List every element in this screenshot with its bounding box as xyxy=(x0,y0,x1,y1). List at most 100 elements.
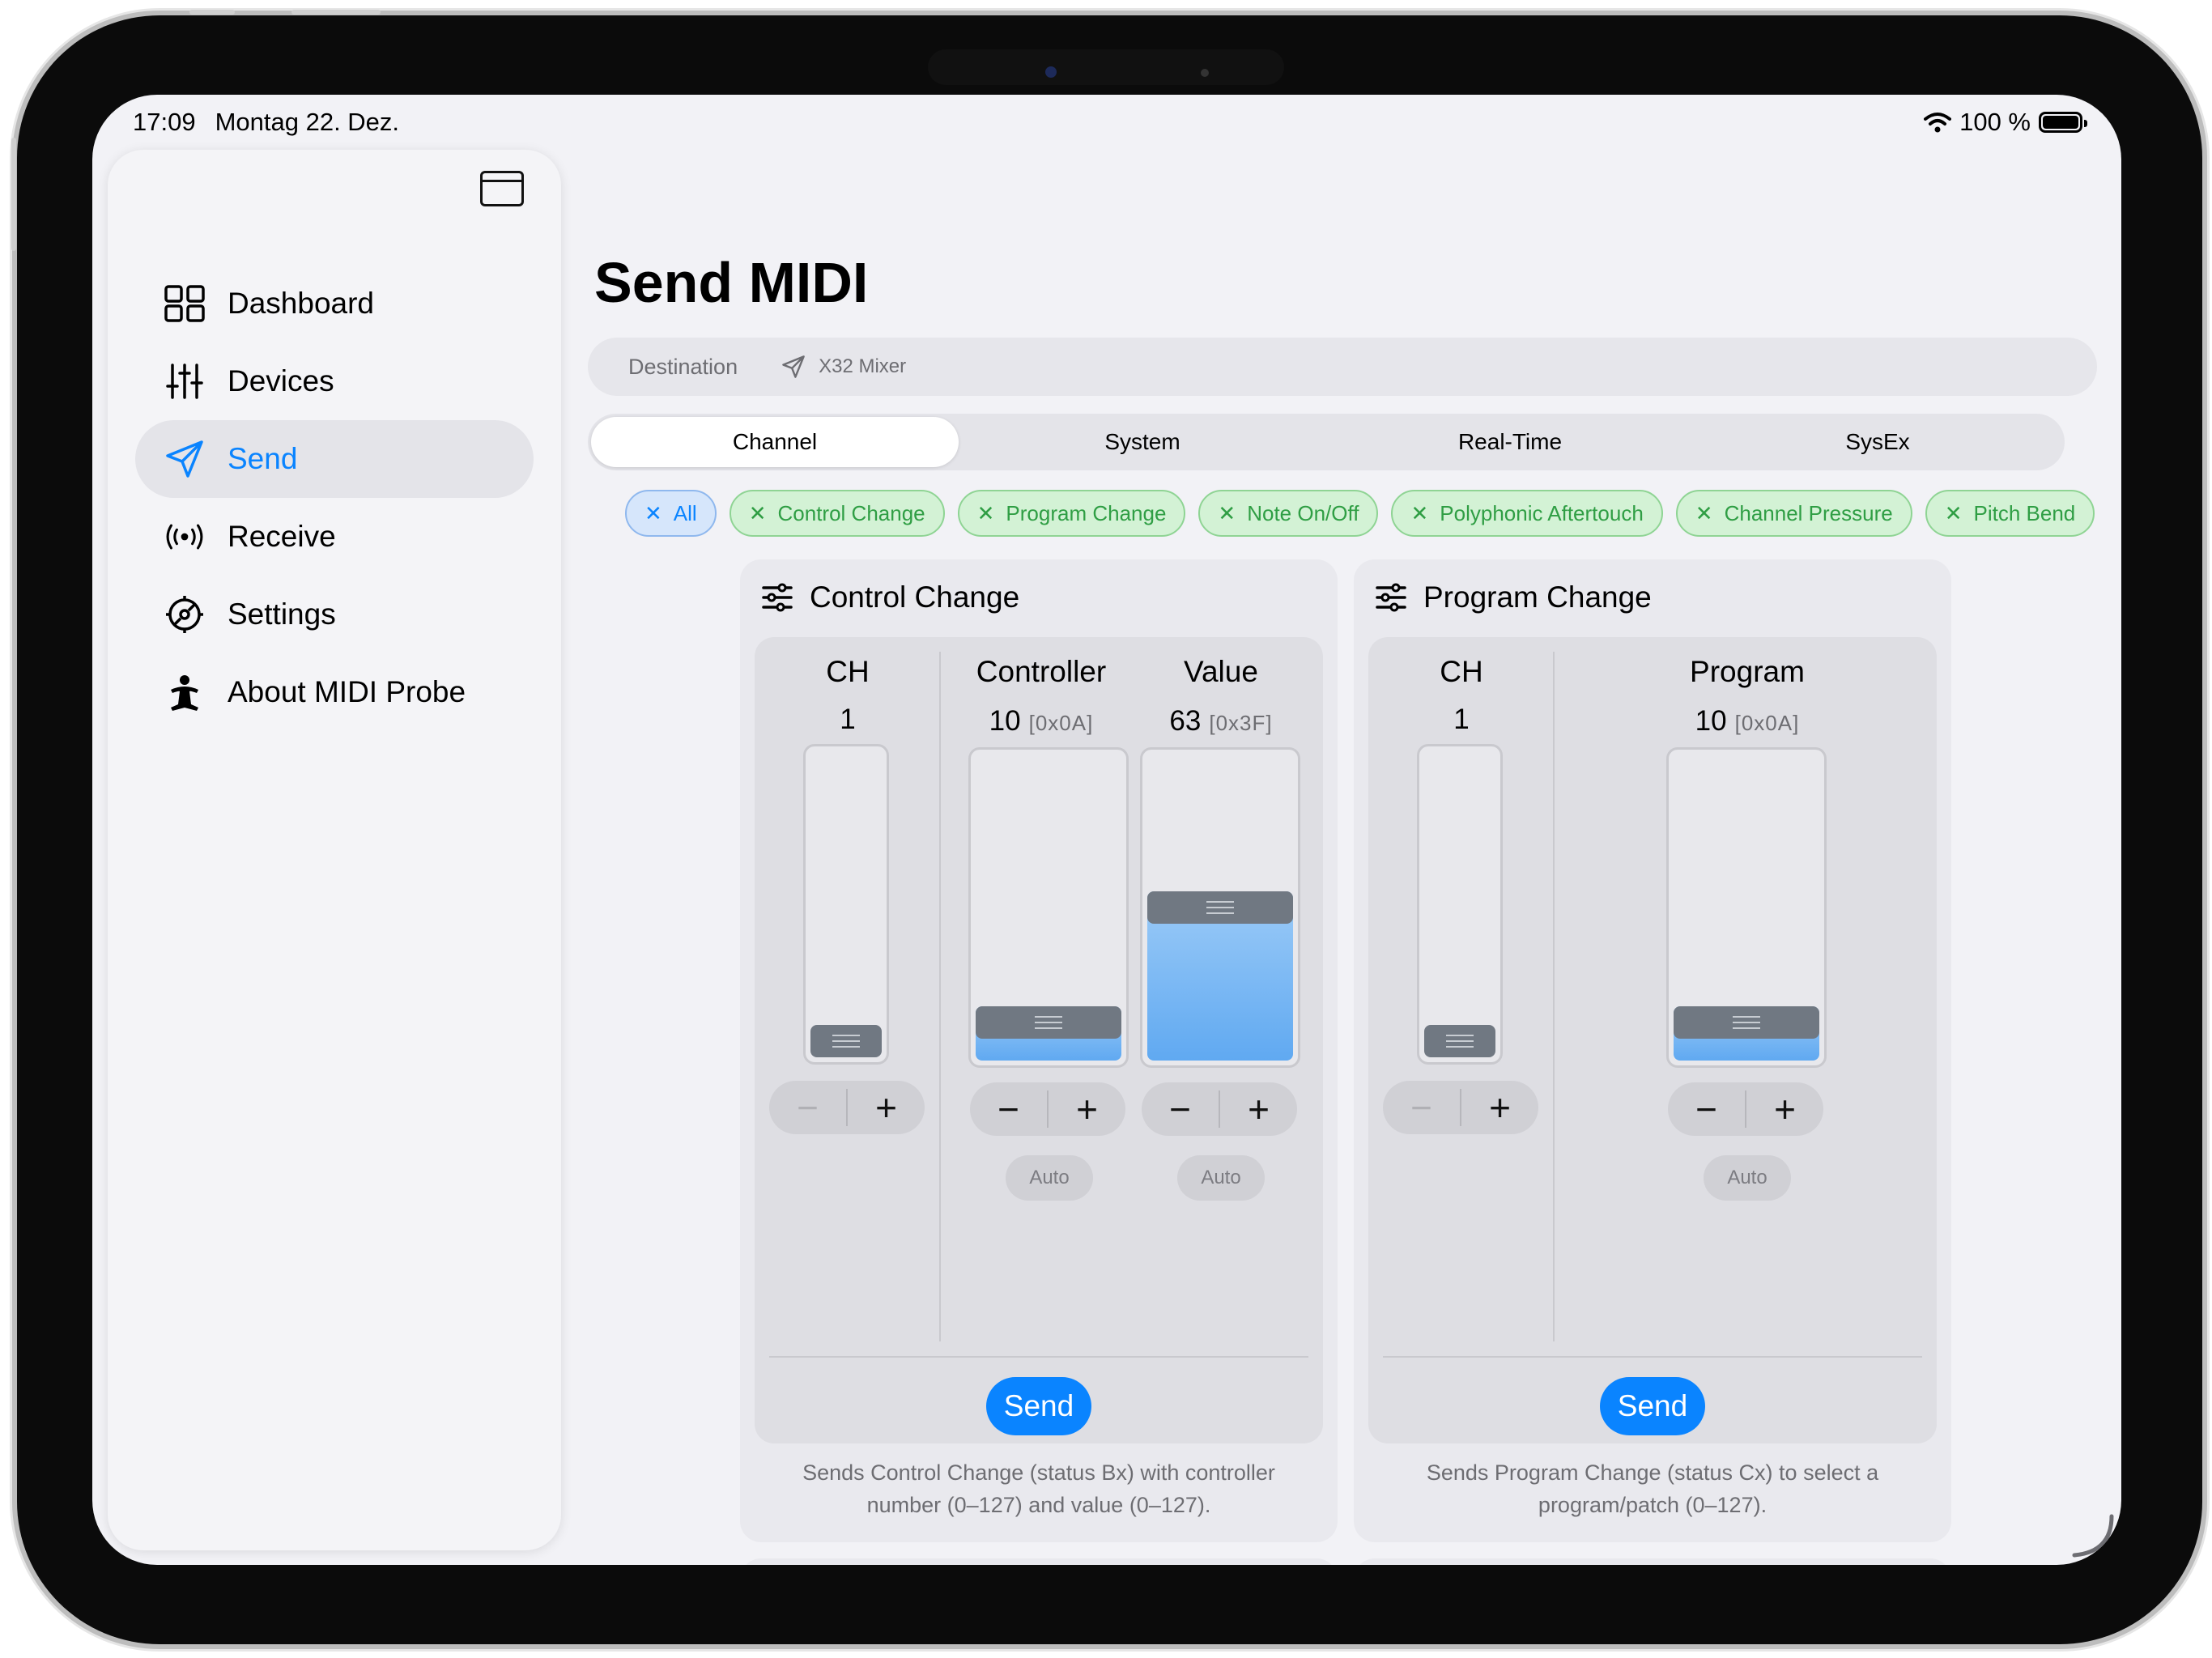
close-icon: ✕ xyxy=(1218,500,1236,525)
tab-system[interactable]: System xyxy=(959,417,1326,467)
tab-channel[interactable]: Channel xyxy=(591,417,959,467)
decrement-button[interactable]: − xyxy=(970,1087,1047,1131)
send-button[interactable]: Send xyxy=(986,1377,1091,1435)
camera-lens-icon xyxy=(1045,66,1057,78)
ch-label: CH xyxy=(1440,655,1483,688)
decrement-button[interactable]: − xyxy=(1668,1087,1745,1131)
controller-value: 10 xyxy=(989,705,1021,737)
destination-name: X32 Mixer xyxy=(819,355,907,377)
chip-label: Polyphonic Aftertouch xyxy=(1440,500,1644,525)
sidebar-item-label: Devices xyxy=(228,364,334,397)
sidebar-item-dashboard[interactable]: Dashboard xyxy=(135,265,534,342)
sliders-icon xyxy=(163,359,206,403)
increment-button[interactable]: + xyxy=(1220,1087,1297,1131)
ch-stepper: − + xyxy=(769,1081,925,1134)
sidebar-item-receive[interactable]: Receive xyxy=(135,498,534,576)
page-title: Send MIDI xyxy=(594,251,869,314)
ch-stepper: − + xyxy=(1383,1081,1538,1134)
sidebar-item-devices[interactable]: Devices xyxy=(135,342,534,420)
increment-button[interactable]: + xyxy=(1049,1087,1125,1131)
decrement-button[interactable]: − xyxy=(1142,1087,1219,1131)
destination-bar[interactable]: Destination X32 Mixer xyxy=(588,338,2097,396)
increment-button[interactable]: + xyxy=(1746,1087,1823,1131)
volume-button xyxy=(189,10,235,15)
resize-corner-icon xyxy=(2072,1514,2114,1558)
status-date: Montag 22. Dez. xyxy=(215,108,400,136)
value-number: 63 xyxy=(1169,705,1202,737)
wifi-icon xyxy=(1924,113,1952,133)
sidebar-item-send[interactable]: Send xyxy=(135,420,534,498)
antenna-icon xyxy=(163,515,206,559)
card-title: Control Change xyxy=(810,580,1020,614)
card-header: Control Change xyxy=(761,580,1019,614)
control-change-card: Control Change CH 1 − + Controller 10 [0x0… xyxy=(740,559,1338,1542)
program-value: 10 xyxy=(1695,705,1727,737)
sliders-horizontal-icon xyxy=(762,583,793,612)
filter-chip-note-on-off[interactable]: ✕ Note On/Off xyxy=(1198,490,1379,537)
sidebar-item-label: Receive xyxy=(228,520,336,553)
filter-chip-pitch-bend[interactable]: ✕ Pitch Bend xyxy=(1925,490,2095,537)
program-label: Program xyxy=(1690,655,1805,688)
ch-slider[interactable] xyxy=(1417,744,1503,1065)
chip-label: Control Change xyxy=(777,500,925,525)
volume-button xyxy=(291,10,381,15)
card-title: Program Change xyxy=(1423,580,1652,614)
sidebar-toggle-icon[interactable] xyxy=(480,171,524,206)
value-label: Value xyxy=(1184,655,1258,688)
card-description: Sends Control Change (status Bx) with co… xyxy=(802,1460,1275,1517)
value-hex: [0x3F] xyxy=(1209,711,1273,735)
sidebar-item-about[interactable]: About MIDI Probe xyxy=(135,653,534,731)
filter-chip-all[interactable]: ✕ All xyxy=(625,490,717,537)
sensor-icon xyxy=(1201,69,1209,77)
ch-slider[interactable] xyxy=(803,744,889,1065)
sidebar-item-label: Dashboard xyxy=(228,287,375,320)
program-auto-button[interactable]: Auto xyxy=(1704,1155,1791,1201)
decrement-button[interactable]: − xyxy=(1383,1086,1460,1129)
chip-label: Channel Pressure xyxy=(1724,500,1893,525)
program-stepper: − + xyxy=(1668,1082,1823,1136)
paperplane-icon xyxy=(782,355,805,378)
program-slider[interactable] xyxy=(1666,747,1827,1068)
increment-button[interactable]: + xyxy=(848,1086,925,1129)
value-auto-button[interactable]: Auto xyxy=(1177,1155,1265,1201)
filter-chip-polyphonic-aftertouch[interactable]: ✕ Polyphonic Aftertouch xyxy=(1391,490,1663,537)
decrement-button[interactable]: − xyxy=(769,1086,846,1129)
tab-real-time[interactable]: Real-Time xyxy=(1326,417,1694,467)
close-icon: ✕ xyxy=(644,500,662,525)
value-slider[interactable] xyxy=(1140,747,1300,1068)
sidebar-item-settings[interactable]: Settings xyxy=(135,576,534,653)
paperplane-icon xyxy=(163,437,206,481)
controller-readout: 10 [0x0A] xyxy=(955,705,1127,738)
grid-icon xyxy=(163,282,206,325)
close-icon: ✕ xyxy=(1944,500,1963,525)
increment-button[interactable]: + xyxy=(1461,1086,1538,1129)
side-button xyxy=(11,138,16,251)
filter-chip-control-change[interactable]: ✕ Control Change xyxy=(729,490,945,537)
card-controls: CH 1 − + Program 10 [0x0A] − + Auto Send xyxy=(1368,637,1937,1443)
program-change-card: Program Change CH 1 − + Program 10 [0x0A] … xyxy=(1354,559,1951,1542)
close-icon: ✕ xyxy=(976,500,995,525)
camera-housing xyxy=(928,49,1284,85)
controller-slider[interactable] xyxy=(968,747,1129,1068)
filter-chip-program-change[interactable]: ✕ Program Change xyxy=(957,490,1186,537)
close-icon: ✕ xyxy=(748,500,767,525)
status-time: 17:09 xyxy=(133,108,196,136)
sidebar-item-label: Settings xyxy=(228,597,336,631)
sidebar-nav: Dashboard Devices Send Receive Settings … xyxy=(135,265,534,731)
tab-sysex[interactable]: SysEx xyxy=(1694,417,2061,467)
sidebar-item-label: About MIDI Probe xyxy=(228,675,466,708)
sidebar: Dashboard Devices Send Receive Settings … xyxy=(108,150,561,1550)
sidebar-item-label: Send xyxy=(228,442,298,475)
chip-label: Note On/Off xyxy=(1247,500,1359,525)
status-bar-right: 100 % xyxy=(1924,108,2087,137)
screen: 17:09 Montag 22. Dez. 100 % Dashboard De… xyxy=(92,95,2121,1565)
program-hex: [0x0A] xyxy=(1734,711,1800,735)
card-header: Program Change xyxy=(1375,580,1652,614)
controller-auto-button[interactable]: Auto xyxy=(1006,1155,1093,1201)
ch-label: CH xyxy=(826,655,870,688)
battery-icon xyxy=(2039,112,2087,133)
send-button[interactable]: Send xyxy=(1600,1377,1705,1435)
next-card-peek xyxy=(740,1558,1338,1565)
filter-chip-channel-pressure[interactable]: ✕ Channel Pressure xyxy=(1675,490,1912,537)
controller-label: Controller xyxy=(976,655,1107,688)
